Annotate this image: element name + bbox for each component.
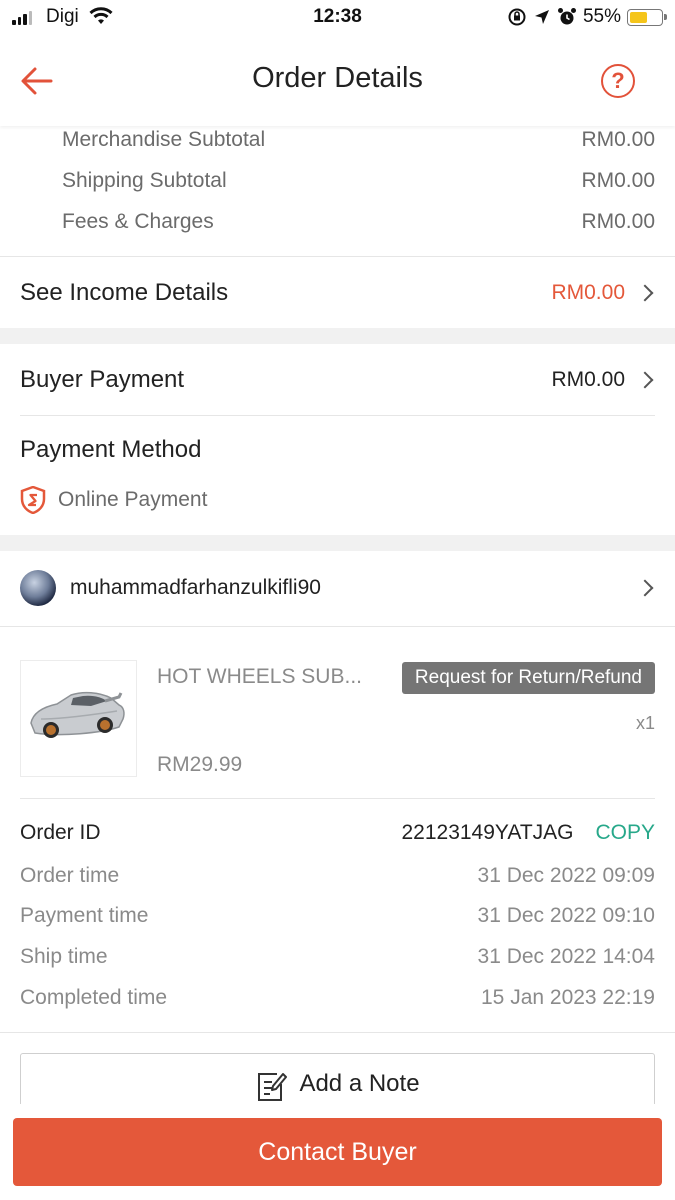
avatar xyxy=(20,570,56,606)
product-name[interactable]: HOT WHEELS SUB... xyxy=(157,665,377,689)
row-label: Fees & Charges xyxy=(62,210,214,233)
info-value: 31 Dec 2022 14:04 xyxy=(477,945,655,968)
merchandise-subtotal-row: Merchandise Subtotal RM0.00 xyxy=(62,120,655,160)
alarm-icon xyxy=(557,8,576,25)
chevron-right-icon xyxy=(636,284,654,302)
add-note-label: Add a Note xyxy=(299,1070,420,1097)
order-id-row: Order ID 22123149YATJAG COPY xyxy=(20,816,655,850)
ship-time-row: Ship time 31 Dec 2022 14:04 xyxy=(20,940,655,974)
info-value: 31 Dec 2022 09:09 xyxy=(477,864,655,887)
completed-time-row: Completed time 15 Jan 2023 22:19 xyxy=(20,981,655,1015)
row-value: RM0.00 xyxy=(581,210,655,233)
product-image[interactable] xyxy=(20,660,137,777)
divider xyxy=(0,626,675,627)
note-edit-icon xyxy=(258,1073,288,1101)
row-label: Shipping Subtotal xyxy=(62,169,227,192)
info-label: Order time xyxy=(20,864,120,887)
battery-icon xyxy=(627,8,667,26)
info-value: 31 Dec 2022 09:10 xyxy=(477,904,655,927)
page-title: Order Details xyxy=(252,62,423,94)
payment-time-row: Payment time 31 Dec 2022 09:10 xyxy=(20,899,655,933)
battery-percent: 55% xyxy=(582,6,621,27)
shipping-subtotal-row: Shipping Subtotal RM0.00 xyxy=(62,161,655,201)
lock-rotation-icon xyxy=(508,8,526,26)
order-time-row: Order time 31 Dec 2022 09:09 xyxy=(20,859,655,893)
info-label: Completed time xyxy=(20,986,168,1009)
divider xyxy=(0,256,675,257)
see-income-details-row[interactable]: See Income Details RM0.00 xyxy=(20,263,655,323)
info-label: Payment time xyxy=(20,904,149,927)
divider xyxy=(20,415,655,416)
row-label: Merchandise Subtotal xyxy=(62,128,266,151)
buyer-payment-value: RM0.00 xyxy=(551,368,625,391)
location-arrow-icon xyxy=(534,10,549,24)
fees-charges-row: Fees & Charges RM0.00 xyxy=(62,202,655,242)
info-value: 15 Jan 2023 22:19 xyxy=(481,986,655,1009)
buyer-row[interactable]: muhammadfarhanzulkifli90 xyxy=(20,566,655,610)
product-price: RM29.99 xyxy=(157,753,243,776)
row-value: RM0.00 xyxy=(581,169,655,192)
payment-method-text: Online Payment xyxy=(58,488,208,511)
contact-buyer-button[interactable]: Contact Buyer xyxy=(13,1118,662,1186)
section-gap xyxy=(0,535,675,551)
status-bar: Digi 12:38 55% xyxy=(0,0,675,36)
chevron-right-icon xyxy=(636,371,654,389)
order-id-label: Order ID xyxy=(20,821,101,844)
section-gap xyxy=(0,328,675,344)
payment-method-value: Online Payment xyxy=(20,486,207,514)
product-quantity: x1 xyxy=(635,713,655,733)
buyer-username: muhammadfarhanzulkifli90 xyxy=(70,576,321,599)
buyer-payment-label: Buyer Payment xyxy=(20,366,185,393)
row-value: RM0.00 xyxy=(581,128,655,151)
app-header: Order Details ? xyxy=(0,36,675,126)
buyer-payment-row[interactable]: Buyer Payment RM0.00 xyxy=(20,350,655,410)
order-id-value: 22123149YATJAG xyxy=(401,821,574,844)
return-refund-badge: Request for Return/Refund xyxy=(401,662,655,694)
shield-s-icon xyxy=(20,486,46,514)
income-details-label: See Income Details xyxy=(20,279,229,306)
income-details-value: RM0.00 xyxy=(551,281,625,304)
help-icon[interactable]: ? xyxy=(601,64,635,98)
copy-button[interactable]: COPY xyxy=(595,821,655,844)
divider xyxy=(0,1032,675,1033)
payment-method-label: Payment Method xyxy=(20,436,202,463)
divider xyxy=(20,798,655,799)
toy-car-image xyxy=(30,691,125,738)
chevron-right-icon xyxy=(636,579,654,597)
info-label: Ship time xyxy=(20,945,108,968)
